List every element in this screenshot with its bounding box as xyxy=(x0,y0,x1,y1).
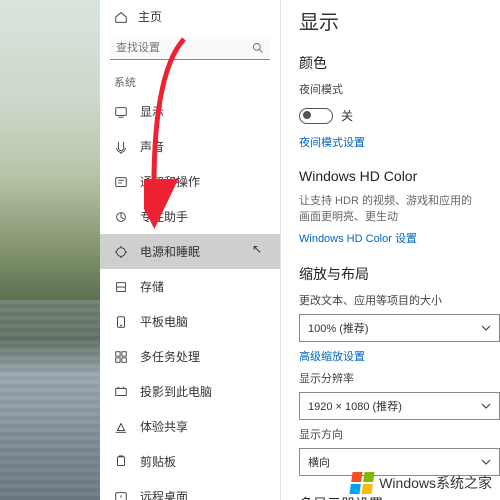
item-icon xyxy=(114,385,128,399)
sidebar-item-9[interactable]: 体验共享 xyxy=(100,409,280,444)
item-label: 剪贴板 xyxy=(140,453,176,470)
sidebar-item-11[interactable]: 远程桌面 xyxy=(100,479,280,500)
sidebar-item-6[interactable]: 平板电脑 xyxy=(100,304,280,339)
item-icon xyxy=(114,175,128,189)
sidebar-item-4[interactable]: 电源和睡眠 ↖ xyxy=(100,234,280,269)
chevron-down-icon xyxy=(481,401,491,411)
windows-logo-icon xyxy=(350,472,375,494)
sidebar-group: 系统 xyxy=(100,64,280,94)
toggle-state: 关 xyxy=(341,107,353,124)
sidebar-item-1[interactable]: 声音 xyxy=(100,129,280,164)
section-scale: 缩放与布局 xyxy=(299,264,482,284)
search-icon xyxy=(252,42,264,54)
toggle-track xyxy=(299,108,333,124)
chevron-down-icon xyxy=(481,457,491,467)
scale-select[interactable]: 100% (推荐) xyxy=(299,314,500,342)
sidebar: 主页 系统 显示声音通知和操作专注助手电源和睡眠 ↖ 存储平板电脑多任务处理投影到此… xyxy=(100,0,281,500)
section-multi: 多显示器设置 xyxy=(299,494,482,500)
item-label: 专注助手 xyxy=(140,208,188,225)
item-label: 体验共享 xyxy=(140,418,188,435)
watermark: Windows系统之家 xyxy=(351,472,492,494)
sidebar-item-5[interactable]: 存储 xyxy=(100,269,280,304)
home-label: 主页 xyxy=(138,8,162,25)
item-icon xyxy=(114,140,128,154)
item-icon xyxy=(114,420,128,434)
item-icon xyxy=(114,210,128,224)
night-mode-label: 夜间模式 xyxy=(299,81,482,97)
sidebar-item-0[interactable]: 显示 xyxy=(100,94,280,129)
sidebar-item-8[interactable]: 投影到此电脑 xyxy=(100,374,280,409)
home-link[interactable]: 主页 xyxy=(100,0,280,33)
item-icon xyxy=(114,315,128,329)
section-color: 颜色 xyxy=(299,53,482,73)
search-input[interactable] xyxy=(110,37,270,60)
search-box[interactable] xyxy=(110,37,270,60)
item-label: 声音 xyxy=(140,138,164,155)
settings-window: 主页 系统 显示声音通知和操作专注助手电源和睡眠 ↖ 存储平板电脑多任务处理投影到此… xyxy=(100,0,500,500)
item-icon xyxy=(114,280,128,294)
item-label: 远程桌面 xyxy=(140,488,188,500)
sidebar-item-3[interactable]: 专注助手 xyxy=(100,199,280,234)
home-icon xyxy=(114,10,128,24)
resolution-label: 显示分辨率 xyxy=(299,370,482,386)
item-label: 多任务处理 xyxy=(140,348,200,365)
item-icon xyxy=(114,105,128,119)
sidebar-item-2[interactable]: 通知和操作 xyxy=(100,164,280,199)
scale-value: 100% (推荐) xyxy=(308,320,369,336)
item-icon xyxy=(114,490,128,500)
chevron-down-icon xyxy=(481,323,491,333)
hd-description: 让支持 HDR 的视频、游戏和应用的画面更明亮、更生动 xyxy=(299,192,482,224)
item-icon xyxy=(114,455,128,469)
sidebar-items: 显示声音通知和操作专注助手电源和睡眠 ↖ 存储平板电脑多任务处理投影到此电脑体验共享… xyxy=(100,94,280,500)
advanced-scale-link[interactable]: 高级缩放设置 xyxy=(299,348,482,364)
scale-label: 更改文本、应用等项目的大小 xyxy=(299,292,482,308)
sidebar-item-10[interactable]: 剪贴板 xyxy=(100,444,280,479)
item-label: 通知和操作 xyxy=(140,173,200,190)
item-label: 电源和睡眠 xyxy=(140,243,200,260)
night-mode-link[interactable]: 夜间模式设置 xyxy=(299,134,482,150)
item-label: 存储 xyxy=(140,278,164,295)
section-hd: Windows HD Color xyxy=(299,168,482,184)
orientation-value: 横向 xyxy=(308,454,330,470)
resolution-value: 1920 × 1080 (推荐) xyxy=(308,398,402,414)
item-label: 平板电脑 xyxy=(140,313,188,330)
watermark-text: Windows系统之家 xyxy=(379,473,492,493)
item-label: 显示 xyxy=(140,103,164,120)
hd-link[interactable]: Windows HD Color 设置 xyxy=(299,230,482,246)
item-label: 投影到此电脑 xyxy=(140,383,212,400)
resolution-select[interactable]: 1920 × 1080 (推荐) xyxy=(299,392,500,420)
sidebar-item-7[interactable]: 多任务处理 xyxy=(100,339,280,374)
item-icon xyxy=(114,350,128,364)
page-title: 显示 xyxy=(299,6,482,35)
content-pane: 显示 颜色 夜间模式 关 夜间模式设置 Windows HD Color 让支持… xyxy=(281,0,500,500)
night-mode-toggle[interactable]: 关 xyxy=(299,107,353,124)
item-icon xyxy=(114,245,128,259)
orientation-label: 显示方向 xyxy=(299,426,482,442)
cursor-icon: ↖ xyxy=(252,242,262,256)
